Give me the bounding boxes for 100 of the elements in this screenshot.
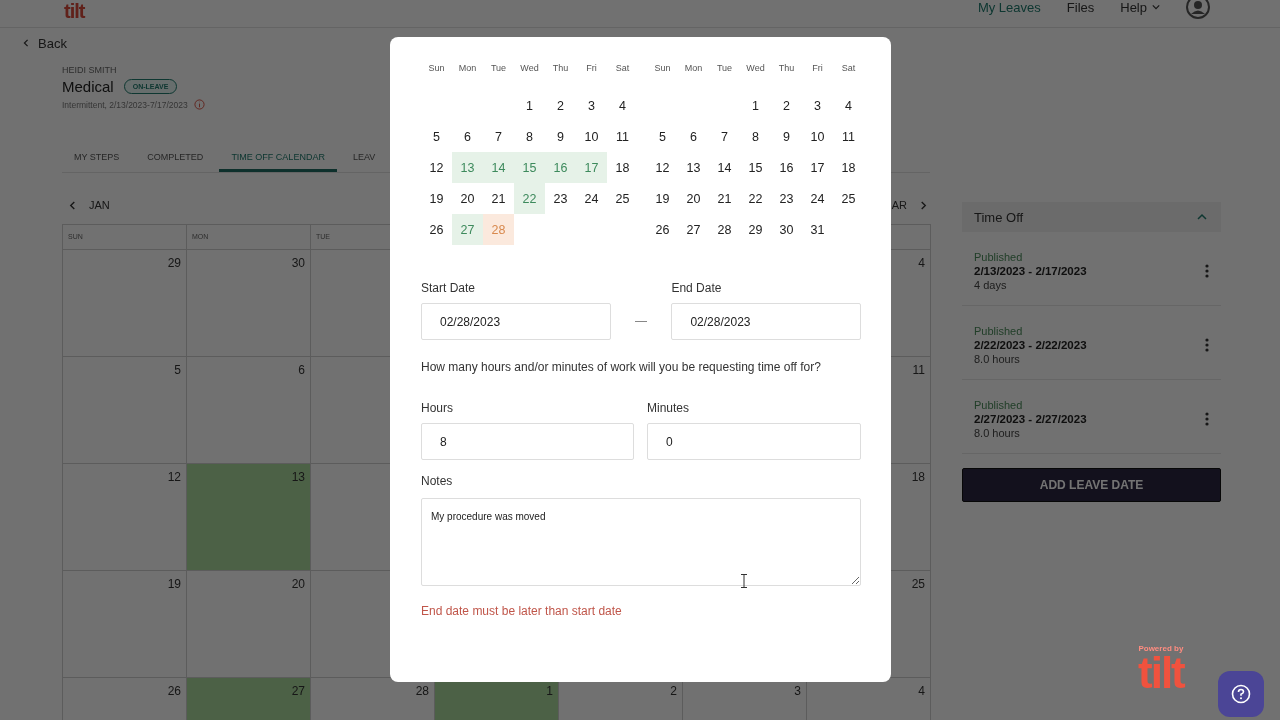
calendar-day[interactable]: 1	[740, 90, 771, 121]
calendar-day[interactable]: 10	[802, 121, 833, 152]
calendar-day[interactable]: 6	[452, 121, 483, 152]
calendar-day[interactable]: 8	[514, 121, 545, 152]
calendar-day[interactable]: 7	[483, 121, 514, 152]
powered-by-text: Powered by	[1138, 644, 1184, 653]
field-label: Hours	[421, 401, 454, 415]
leave-type: Medical	[62, 78, 114, 95]
calendar-day[interactable]: 23	[771, 183, 802, 214]
calendar-day[interactable]: 2	[771, 90, 802, 121]
calendar-day[interactable]: 19	[647, 183, 678, 214]
calendar-day[interactable]: 31	[802, 214, 833, 245]
entry-status: Published	[974, 324, 1024, 337]
calendar-day: 29	[63, 250, 187, 357]
calendar-day[interactable]: 9	[771, 121, 802, 152]
calendar-day[interactable]: 5	[647, 121, 678, 152]
calendar-day[interactable]: 20	[452, 183, 483, 214]
previous-month-button[interactable]: JAN	[68, 199, 110, 211]
nav-link[interactable]: Files	[1066, 0, 1095, 15]
calendar-day[interactable]: 8	[740, 121, 771, 152]
calendar-day: 13	[187, 464, 311, 571]
calendar-day[interactable]: 14	[709, 152, 740, 183]
calendar-day[interactable]: 11	[607, 121, 638, 152]
calendar-day[interactable]: 6	[678, 121, 709, 152]
calendar-day[interactable]: 10	[576, 121, 607, 152]
calendar-day[interactable]: 18	[607, 152, 638, 183]
calendar-day: 27	[187, 678, 311, 720]
calendar-day[interactable]: 4	[607, 90, 638, 121]
calendar-day[interactable]: 21	[483, 183, 514, 214]
calendar-day[interactable]: 5	[421, 121, 452, 152]
calendar-day[interactable]: 18	[833, 152, 864, 183]
start-date-field[interactable]: 02/28/2023	[421, 303, 611, 340]
chevron-right-icon	[919, 200, 928, 210]
calendar-day[interactable]: 13	[678, 152, 709, 183]
calendar-day[interactable]: 23	[545, 183, 576, 214]
weekday-label: Tue	[715, 62, 734, 75]
calendar-day[interactable]: 21	[709, 183, 740, 214]
calendar-day: 5	[63, 357, 187, 464]
calendar-day[interactable]: 2	[545, 90, 576, 121]
calendar-day[interactable]: 13	[452, 152, 483, 183]
calendar-day[interactable]: 26	[421, 214, 452, 245]
notes-field[interactable]: My procedure was moved	[421, 498, 861, 586]
employee-name: HEIDI SMITH	[62, 65, 117, 75]
chevron-down-icon	[1152, 3, 1160, 11]
calendar-day[interactable]: 22	[514, 183, 545, 214]
weekday-label: Tue	[489, 62, 508, 75]
minutes-field[interactable]: 0	[647, 423, 861, 460]
calendar-day[interactable]: 4	[833, 90, 864, 121]
calendar-day[interactable]: 1	[514, 90, 545, 121]
calendar-day: 20	[187, 571, 311, 678]
calendar-day[interactable]: 19	[421, 183, 452, 214]
weekday-label: Wed	[519, 62, 540, 75]
add-leave-date-button[interactable]: ADD LEAVE DATE	[962, 468, 1221, 502]
calendar-day[interactable]: 16	[771, 152, 802, 183]
calendar-day[interactable]: 17	[802, 152, 833, 183]
panel-title: Time Off	[974, 209, 1024, 225]
calendar-day[interactable]: 27	[678, 214, 709, 245]
hours-field[interactable]: 8	[421, 423, 634, 460]
chevron-left-icon	[68, 200, 77, 210]
calendar-day[interactable]: 20	[678, 183, 709, 214]
calendar-day[interactable]: 15	[514, 152, 545, 183]
field-label: Start Date	[421, 281, 477, 295]
calendar-day[interactable]: 3	[802, 90, 833, 121]
avatar-icon[interactable]	[1186, 0, 1210, 19]
calendar-day[interactable]: 9	[545, 121, 576, 152]
end-date-field[interactable]: 02/28/2023	[671, 303, 861, 340]
calendar-day[interactable]: 24	[576, 183, 607, 214]
calendar-day[interactable]: 3	[576, 90, 607, 121]
calendar-day[interactable]: 27	[452, 214, 483, 245]
help-button[interactable]	[1218, 671, 1264, 717]
calendar-day[interactable]: 25	[833, 183, 864, 214]
calendar-day[interactable]: 24	[802, 183, 833, 214]
calendar-day[interactable]: 16	[545, 152, 576, 183]
entry-date-range: 2/13/2023 - 2/17/2023	[974, 264, 1087, 277]
more-options-icon[interactable]	[1205, 337, 1209, 352]
more-options-icon[interactable]	[1205, 263, 1209, 278]
next-month-button[interactable]: AR	[891, 199, 928, 211]
calendar-day[interactable]: 15	[740, 152, 771, 183]
calendar-day[interactable]: 7	[709, 121, 740, 152]
calendar-day[interactable]: 26	[647, 214, 678, 245]
calendar-day[interactable]: 28	[709, 214, 740, 245]
calendar-day[interactable]: 22	[740, 183, 771, 214]
calendar-day[interactable]: 11	[833, 121, 864, 152]
calendar-day[interactable]: 12	[421, 152, 452, 183]
calendar-day[interactable]: 29	[740, 214, 771, 245]
calendar-day[interactable]: 17	[576, 152, 607, 183]
calendar-day[interactable]: 14	[483, 152, 514, 183]
more-options-icon[interactable]	[1205, 411, 1209, 426]
nav-link[interactable]: Help	[1120, 0, 1160, 15]
calendar-day[interactable]: 12	[647, 152, 678, 183]
back-link[interactable]: Back	[22, 34, 67, 52]
weekday-label: Thu	[551, 62, 570, 75]
calendar-day[interactable]: 25	[607, 183, 638, 214]
weekday-label: Wed	[745, 62, 766, 75]
weekday-label: Mon	[683, 62, 704, 75]
weekday-label: Sat	[840, 62, 857, 75]
calendar-day: 19	[63, 571, 187, 678]
entry-amount: 4 days	[974, 278, 1008, 291]
info-icon[interactable]	[193, 99, 205, 110]
calendar-day[interactable]: 30	[771, 214, 802, 245]
